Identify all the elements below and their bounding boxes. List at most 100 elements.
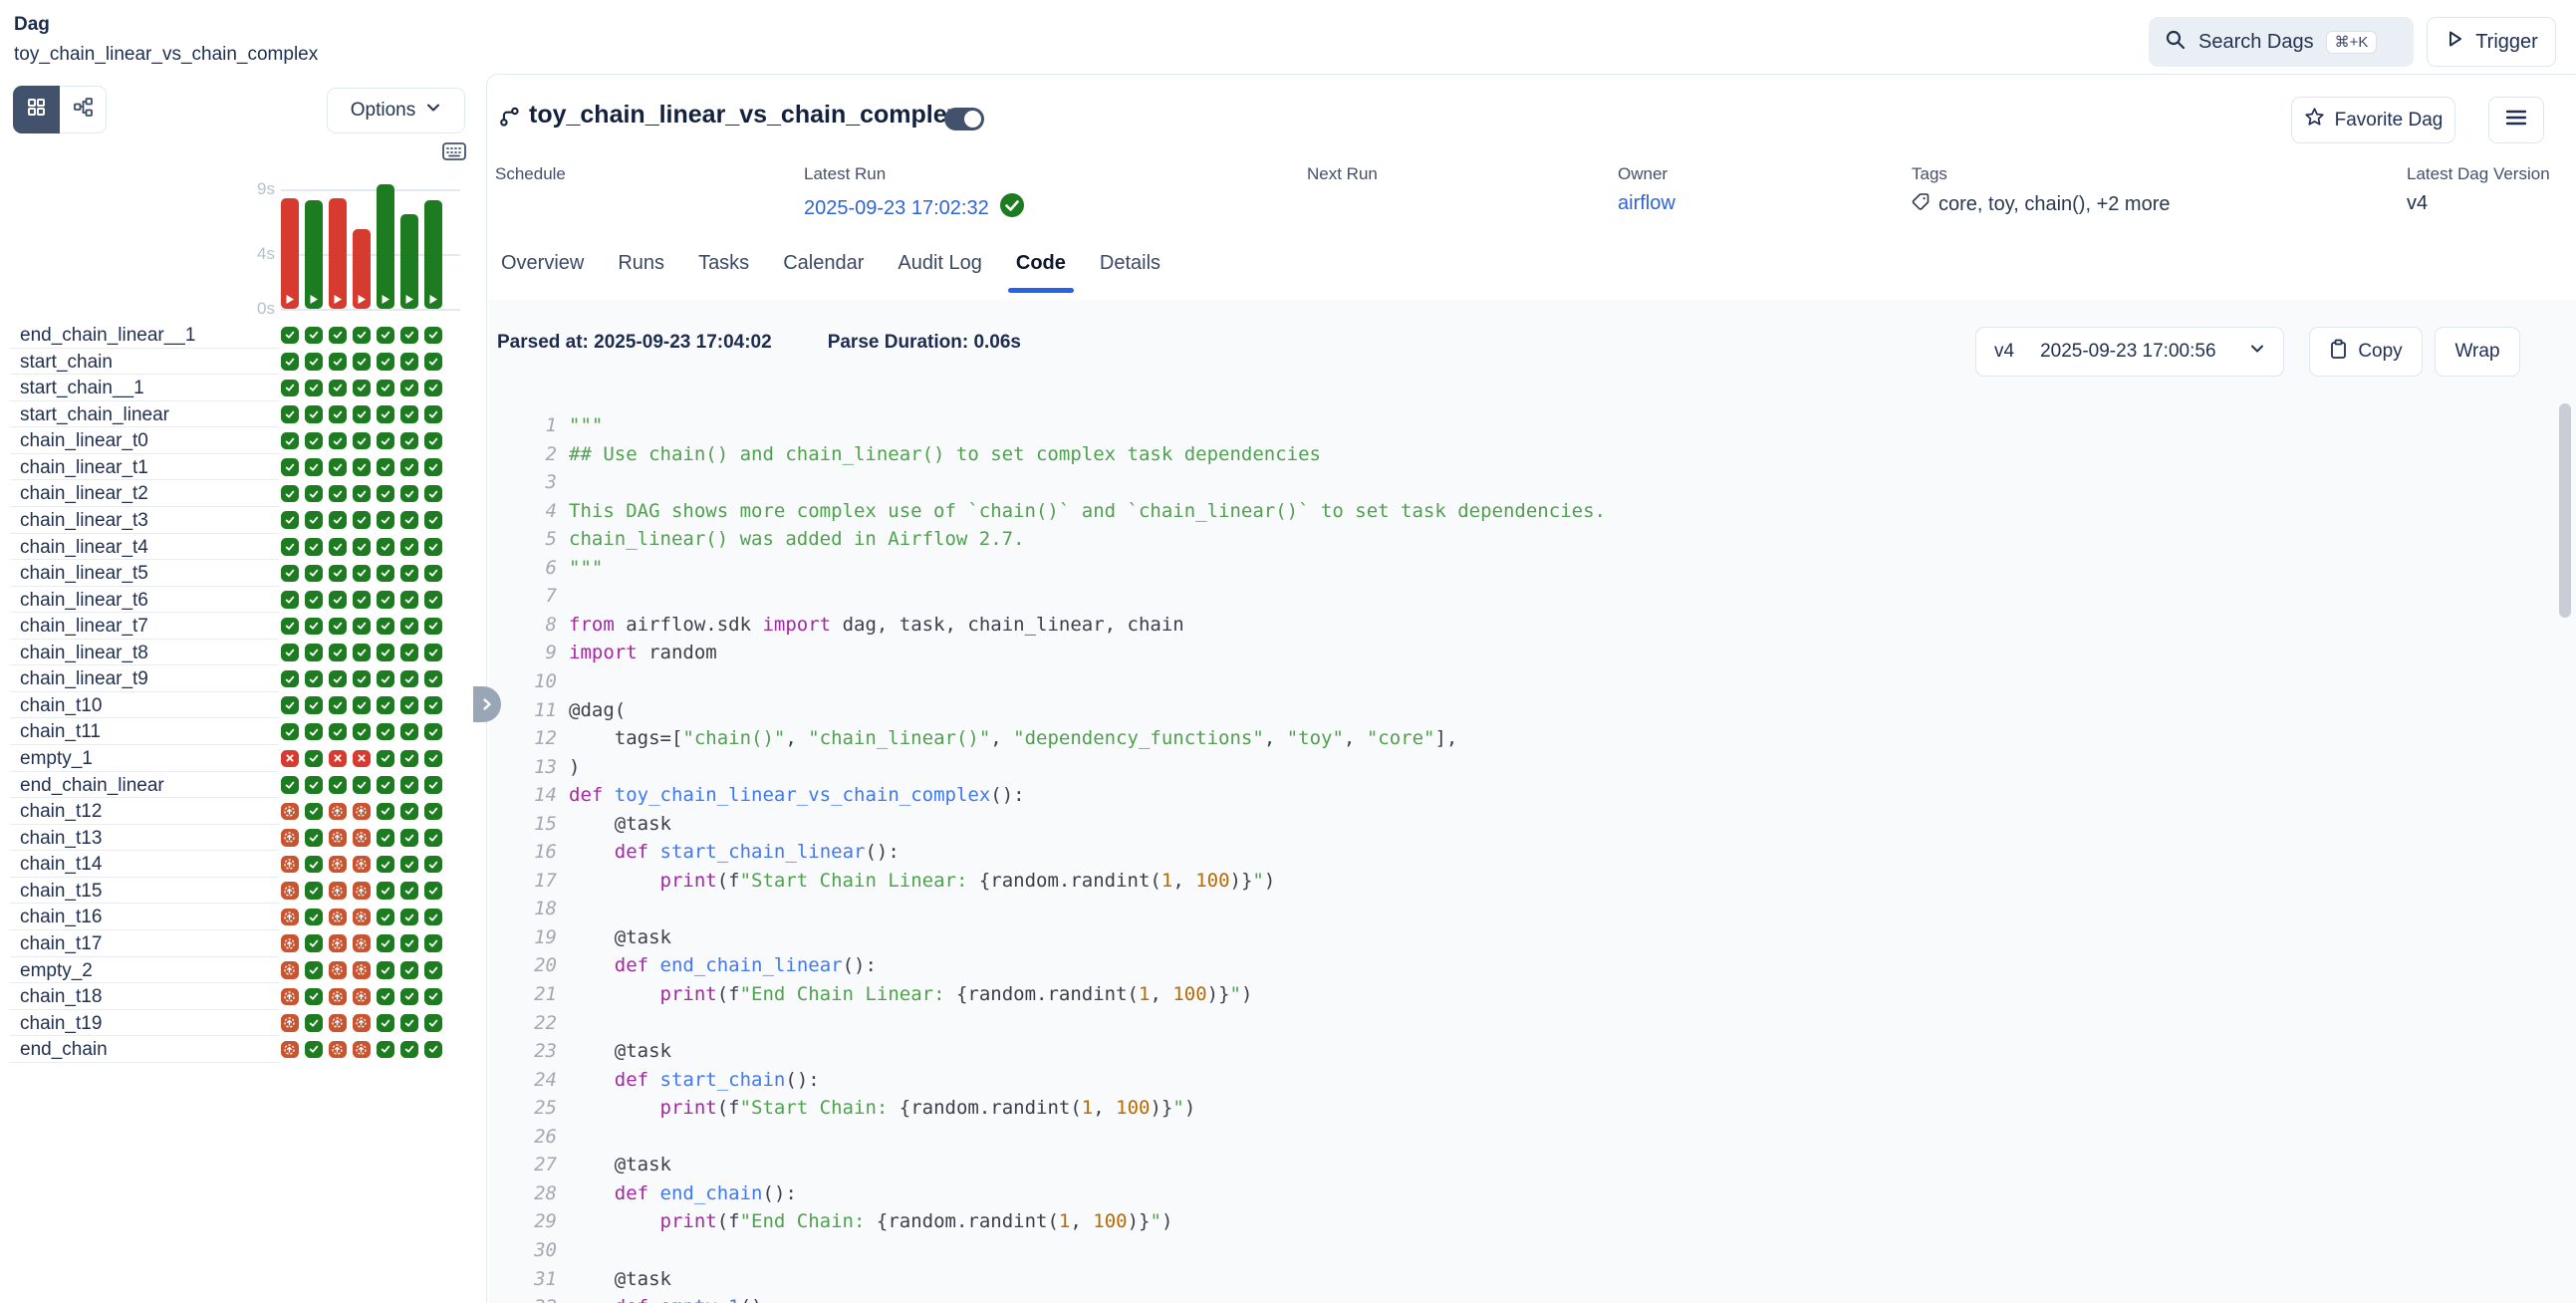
task-instance-success-icon[interactable]: [353, 696, 371, 714]
task-instance-success-icon[interactable]: [377, 565, 394, 583]
task-instance-success-icon[interactable]: [305, 565, 323, 583]
task-instance-success-icon[interactable]: [281, 670, 299, 688]
task-name[interactable]: empty_1: [20, 748, 93, 770]
task-instance-upstream_failed-icon[interactable]: [353, 1014, 371, 1032]
task-instance-success-icon[interactable]: [377, 803, 394, 821]
run-bar-failed[interactable]: [281, 198, 299, 309]
task-instance-success-icon[interactable]: [400, 405, 418, 423]
graph-view-button[interactable]: [60, 86, 107, 133]
task-instance-success-icon[interactable]: [305, 405, 323, 423]
task-instance-success-icon[interactable]: [424, 1014, 442, 1032]
task-instance-success-icon[interactable]: [377, 829, 394, 847]
task-name[interactable]: chain_t11: [20, 721, 101, 743]
task-instance-upstream_failed-icon[interactable]: [281, 961, 299, 979]
task-instance-success-icon[interactable]: [329, 405, 347, 423]
task-instance-success-icon[interactable]: [305, 696, 323, 714]
task-instance-success-icon[interactable]: [400, 591, 418, 609]
copy-button[interactable]: Copy: [2309, 327, 2423, 377]
task-instance-success-icon[interactable]: [377, 511, 394, 529]
task-name[interactable]: chain_t18: [20, 986, 102, 1008]
task-instance-upstream_failed-icon[interactable]: [353, 934, 371, 952]
task-instance-success-icon[interactable]: [377, 1014, 394, 1032]
task-instance-success-icon[interactable]: [377, 882, 394, 900]
task-instance-success-icon[interactable]: [305, 934, 323, 952]
task-instance-upstream_failed-icon[interactable]: [281, 909, 299, 926]
task-instance-success-icon[interactable]: [353, 432, 371, 450]
task-name[interactable]: chain_linear_t4: [20, 537, 148, 559]
task-instance-success-icon[interactable]: [353, 644, 371, 661]
task-instance-upstream_failed-icon[interactable]: [353, 1041, 371, 1059]
task-instance-success-icon[interactable]: [377, 538, 394, 556]
task-instance-success-icon[interactable]: [305, 458, 323, 476]
latest-run-link[interactable]: 2025-09-23 17:02:32: [804, 197, 989, 220]
task-instance-upstream_failed-icon[interactable]: [281, 882, 299, 900]
task-instance-success-icon[interactable]: [400, 485, 418, 503]
task-instance-failed-icon[interactable]: [329, 750, 347, 768]
task-name[interactable]: end_chain_linear__1: [20, 325, 195, 347]
dag-version-select[interactable]: v4 2025-09-23 17:00:56: [1975, 327, 2284, 377]
task-instance-upstream_failed-icon[interactable]: [329, 961, 347, 979]
task-instance-upstream_failed-icon[interactable]: [329, 829, 347, 847]
task-instance-success-icon[interactable]: [377, 670, 394, 688]
tab-runs[interactable]: Runs: [618, 252, 664, 293]
options-button[interactable]: Options: [327, 88, 465, 133]
task-instance-success-icon[interactable]: [305, 829, 323, 847]
tab-overview[interactable]: Overview: [501, 252, 584, 293]
tab-details[interactable]: Details: [1100, 252, 1160, 293]
task-instance-success-icon[interactable]: [400, 538, 418, 556]
task-instance-success-icon[interactable]: [400, 776, 418, 794]
task-name[interactable]: chain_linear_t9: [20, 668, 148, 690]
task-instance-upstream_failed-icon[interactable]: [353, 803, 371, 821]
task-instance-success-icon[interactable]: [377, 1041, 394, 1059]
task-instance-upstream_failed-icon[interactable]: [353, 909, 371, 926]
task-instance-success-icon[interactable]: [424, 670, 442, 688]
task-instance-success-icon[interactable]: [353, 380, 371, 397]
task-instance-success-icon[interactable]: [353, 776, 371, 794]
task-instance-success-icon[interactable]: [424, 750, 442, 768]
task-instance-success-icon[interactable]: [400, 511, 418, 529]
task-instance-upstream_failed-icon[interactable]: [353, 961, 371, 979]
grid-view-button[interactable]: [13, 86, 60, 133]
task-instance-success-icon[interactable]: [281, 618, 299, 636]
task-instance-upstream_failed-icon[interactable]: [329, 803, 347, 821]
task-name[interactable]: chain_linear_t1: [20, 457, 148, 479]
task-instance-success-icon[interactable]: [305, 538, 323, 556]
task-instance-success-icon[interactable]: [400, 723, 418, 741]
task-instance-success-icon[interactable]: [353, 670, 371, 688]
task-name[interactable]: start_chain__1: [20, 378, 144, 399]
task-instance-success-icon[interactable]: [377, 485, 394, 503]
task-instance-success-icon[interactable]: [400, 565, 418, 583]
task-instance-success-icon[interactable]: [377, 405, 394, 423]
task-instance-success-icon[interactable]: [424, 353, 442, 371]
task-instance-success-icon[interactable]: [329, 538, 347, 556]
task-instance-success-icon[interactable]: [424, 934, 442, 952]
task-instance-success-icon[interactable]: [377, 432, 394, 450]
task-instance-upstream_failed-icon[interactable]: [329, 1014, 347, 1032]
dag-pause-toggle[interactable]: [944, 108, 984, 130]
tab-tasks[interactable]: Tasks: [698, 252, 749, 293]
task-instance-success-icon[interactable]: [329, 591, 347, 609]
task-instance-success-icon[interactable]: [281, 380, 299, 397]
task-instance-upstream_failed-icon[interactable]: [281, 829, 299, 847]
task-instance-success-icon[interactable]: [281, 696, 299, 714]
task-instance-success-icon[interactable]: [281, 644, 299, 661]
task-instance-success-icon[interactable]: [305, 856, 323, 874]
scrollbar-thumb[interactable]: [2559, 403, 2571, 618]
task-instance-success-icon[interactable]: [400, 1041, 418, 1059]
task-instance-success-icon[interactable]: [329, 353, 347, 371]
task-name[interactable]: chain_linear_t5: [20, 563, 148, 585]
task-instance-success-icon[interactable]: [305, 353, 323, 371]
task-instance-success-icon[interactable]: [377, 961, 394, 979]
task-instance-upstream_failed-icon[interactable]: [281, 1014, 299, 1032]
task-instance-success-icon[interactable]: [329, 485, 347, 503]
task-instance-success-icon[interactable]: [281, 565, 299, 583]
task-instance-success-icon[interactable]: [400, 909, 418, 926]
task-instance-success-icon[interactable]: [329, 696, 347, 714]
tab-code[interactable]: Code: [1016, 252, 1066, 293]
task-name[interactable]: chain_linear_t2: [20, 483, 148, 505]
task-instance-success-icon[interactable]: [281, 511, 299, 529]
task-instance-success-icon[interactable]: [424, 723, 442, 741]
task-instance-success-icon[interactable]: [305, 618, 323, 636]
task-instance-success-icon[interactable]: [400, 458, 418, 476]
run-bar-success[interactable]: [305, 200, 323, 309]
